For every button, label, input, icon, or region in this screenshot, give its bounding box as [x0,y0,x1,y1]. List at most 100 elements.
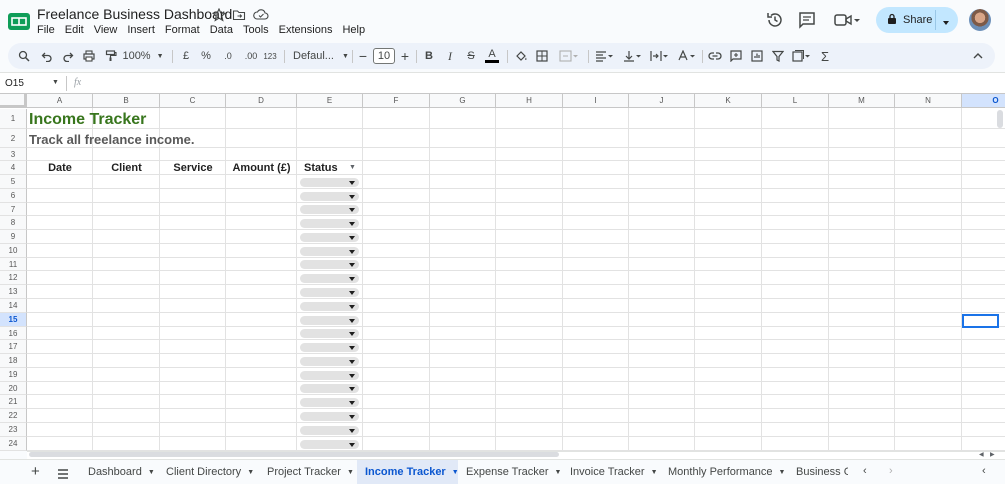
tab-scroll-left-icon[interactable]: ‹ [863,465,867,477]
percent-format-button[interactable]: % [198,43,214,69]
filter-icon[interactable] [769,43,787,69]
status-dropdown[interactable] [300,439,359,449]
undo-icon[interactable] [37,43,57,69]
currency-format-button[interactable]: £ [178,43,194,69]
more-formats-button[interactable]: 123 [261,43,279,69]
avatar[interactable] [969,9,991,31]
horizontal-scrollbar[interactable] [29,452,559,457]
status-dropdown[interactable] [300,301,359,311]
row-header-7[interactable]: 7 [0,203,27,216]
header-date[interactable]: Date [27,162,93,174]
column-header-o[interactable]: O [962,94,1005,108]
scroll-right-icon[interactable]: ▶ [990,451,995,458]
cloud-status-icon[interactable] [253,8,269,22]
status-dropdown[interactable] [300,218,359,228]
star-icon[interactable] [211,7,227,22]
fill-color-icon[interactable] [512,43,530,69]
menu-file[interactable]: File [37,23,60,37]
status-dropdown[interactable] [300,260,359,269]
header-service[interactable]: Service [160,162,226,174]
row-header-9[interactable]: 9 [0,230,27,244]
column-header-b[interactable]: B [93,94,160,108]
column-header-c[interactable]: C [160,94,226,108]
row-header-18[interactable]: 18 [0,354,27,368]
row-header-8[interactable]: 8 [0,216,27,230]
name-box[interactable]: O15 [5,78,24,89]
chevron-down-icon[interactable]: ▼ [52,79,59,86]
row-header-2[interactable]: 2 [0,129,27,148]
header-amount[interactable]: Amount (£) [226,162,297,174]
text-color-button[interactable]: A [484,43,500,69]
menu-data[interactable]: Data [205,23,238,37]
add-sheet-icon[interactable]: + [31,463,40,480]
tab-scroll-right-icon[interactable]: › [889,465,893,477]
row-header-3[interactable]: 3 [0,148,27,161]
row-header-21[interactable]: 21 [0,395,27,409]
status-dropdown[interactable] [300,315,359,325]
menu-edit[interactable]: Edit [60,23,89,37]
menu-view[interactable]: View [89,23,123,37]
decrease-decimal-button[interactable]: .0 [218,43,238,69]
paint-format-icon[interactable] [101,43,121,69]
italic-button[interactable]: I [442,43,458,69]
chevron-down-icon[interactable]: ▼ [148,469,155,476]
vertical-align-icon[interactable] [620,43,646,69]
row-header-19[interactable]: 19 [0,368,27,382]
status-dropdown[interactable] [300,370,359,380]
row-header-4[interactable]: 4 [0,161,27,175]
comments-icon[interactable] [797,10,817,30]
menu-insert[interactable]: Insert [122,23,160,37]
merge-cells-icon[interactable] [554,43,584,69]
meet-video-icon[interactable] [833,10,861,30]
column-header-i[interactable]: I [563,94,629,108]
increase-font-size-icon[interactable]: + [398,43,412,69]
search-icon[interactable] [14,43,34,69]
chevron-down-icon[interactable]: ▼ [555,469,562,476]
menu-format[interactable]: Format [160,23,205,37]
chevron-down-icon[interactable]: ▼ [347,469,354,476]
chevron-down-icon[interactable]: ▼ [247,469,254,476]
print-icon[interactable] [79,43,99,69]
row-header-15[interactable]: 15 [0,313,27,327]
version-history-icon[interactable] [765,10,785,30]
sheets-logo-icon[interactable] [8,11,30,31]
row-header-13[interactable]: 13 [0,285,27,299]
bold-button[interactable]: B [421,43,437,69]
text-rotation-icon[interactable] [674,43,700,69]
decrease-font-size-icon[interactable]: − [356,43,370,69]
tab-expense-tracker[interactable]: Expense Tracker ▼ [458,460,562,484]
column-header-a[interactable]: A [27,94,93,108]
status-dropdown[interactable] [300,425,359,435]
chevron-down-icon[interactable]: ▼ [651,469,658,476]
text-wrapping-icon[interactable] [647,43,673,69]
row-header-12[interactable]: 12 [0,271,27,285]
horizontal-align-icon[interactable] [592,43,618,69]
strikethrough-button[interactable]: S [463,43,479,69]
move-folder-icon[interactable] [232,8,246,22]
column-header-m[interactable]: M [829,94,895,108]
chevron-down-icon[interactable]: ▼ [779,469,786,476]
tab-invoice-tracker[interactable]: Invoice Tracker ▼ [562,460,660,484]
font-family-select[interactable]: Defaul... ▼ [290,43,349,69]
row-header-20[interactable]: 20 [0,382,27,395]
tab-monthly-performance[interactable]: Monthly Performance ▼ [660,460,788,484]
vertical-scrollbar[interactable] [997,110,1003,128]
spreadsheet-grid[interactable]: ABCDEFGHIJKLMNO 1 2 3 4 5 6 7 8 9 10 11 12 13 14 15 16 1… [0,94,1005,451]
row-header-23[interactable]: 23 [0,423,27,437]
tab-business-go[interactable]: Business Go [788,460,848,484]
insert-comment-icon[interactable] [727,43,745,69]
menu-tools[interactable]: Tools [238,23,274,37]
status-dropdown[interactable] [300,397,359,407]
column-header-e[interactable]: E [297,94,363,108]
status-dropdown[interactable] [300,356,359,366]
filter-views-icon[interactable] [789,43,815,69]
status-dropdown[interactable] [300,342,359,352]
status-dropdown[interactable] [300,205,359,214]
explore-collapse-icon[interactable]: ‹ [982,465,986,477]
status-dropdown[interactable] [300,384,359,393]
functions-icon[interactable]: Σ [816,43,834,69]
row-header-22[interactable]: 22 [0,409,27,423]
column-header-f[interactable]: F [363,94,430,108]
share-dropdown-icon[interactable] [942,17,950,29]
row-header-10[interactable]: 10 [0,244,27,258]
